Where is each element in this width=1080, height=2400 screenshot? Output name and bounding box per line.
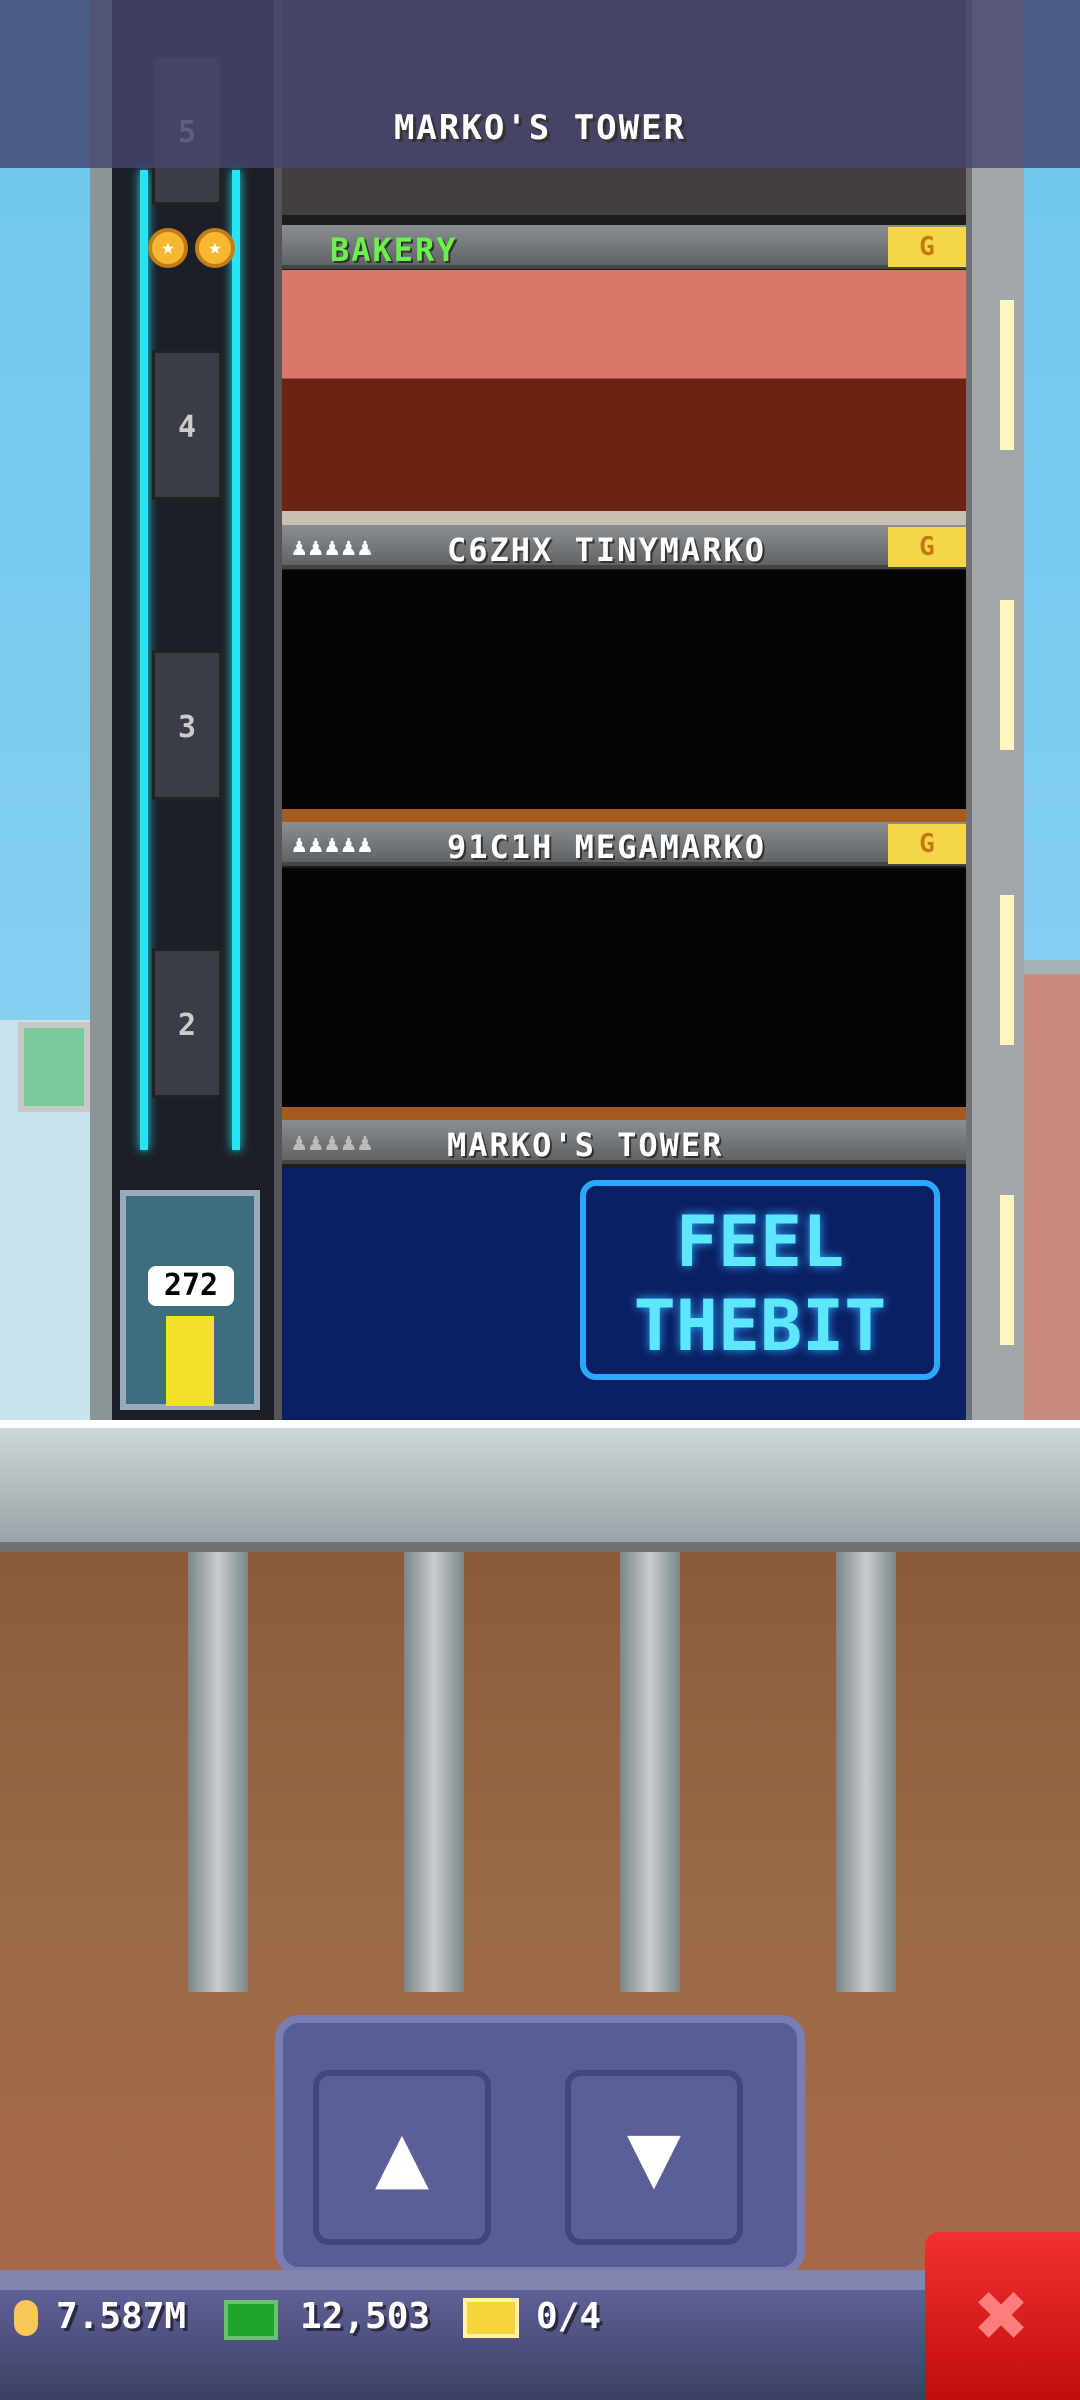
elevator-counter: 272 — [148, 1266, 234, 1306]
star-icon: ★ — [195, 228, 235, 268]
coin-icon — [14, 2300, 38, 2336]
elevator-car[interactable]: 272 — [120, 1190, 260, 1410]
floor-label-bakery[interactable]: BAKERY G — [282, 225, 966, 269]
ground-slab — [0, 1420, 1080, 1552]
gold-badge[interactable]: G — [888, 227, 966, 267]
elevator-cable — [232, 170, 240, 1150]
residents-icon: ♟♟♟♟♟ — [292, 533, 375, 561]
header: MARKO'S TOWER — [0, 0, 1080, 168]
floor-name: MARKO'S TOWER — [447, 1126, 724, 1164]
golden-ticket-count: 0/4 — [536, 2296, 602, 2337]
gold-badge[interactable]: G — [888, 824, 966, 864]
bakery-floor[interactable] — [282, 270, 966, 525]
elevator-passenger — [166, 1316, 214, 1406]
elevator-cable — [140, 170, 148, 1150]
background-building-right — [1020, 960, 1080, 1420]
elevator-floor-3[interactable]: 3 — [152, 650, 222, 800]
tower-pillar — [966, 0, 1024, 1420]
foundation-pillar — [836, 1552, 896, 1992]
billboard — [18, 1022, 90, 1112]
wall-lamp — [1000, 300, 1014, 450]
elevator-floor-4[interactable]: 4 — [152, 350, 222, 500]
foundation-pillar — [188, 1552, 248, 1992]
golden-ticket-icon — [463, 2298, 519, 2338]
gold-badge[interactable]: G — [888, 527, 966, 567]
apartment-floor[interactable] — [282, 570, 966, 825]
floor-name: BAKERY — [330, 231, 458, 269]
coins-count: 7.587M — [56, 2296, 187, 2337]
residents-icon: ♟♟♟♟♟ — [292, 1128, 375, 1156]
floor-label-91c1h[interactable]: ♟♟♟♟♟ 91C1H MEGAMARKO G — [282, 822, 966, 866]
elevator-floor-2[interactable]: 2 — [152, 948, 222, 1098]
floor-label-lobby[interactable]: ♟♟♟♟♟ MARKO'S TOWER — [282, 1120, 966, 1164]
foundation-pillar — [404, 1552, 464, 1992]
apartment-floor[interactable] — [282, 868, 966, 1123]
wall-lamp — [1000, 895, 1014, 1045]
floor-name: 91C1H MEGAMARKO — [447, 828, 766, 866]
wall-lamp — [1000, 1195, 1014, 1345]
tower-title: MARKO'S TOWER — [393, 108, 687, 148]
bux-icon — [224, 2300, 278, 2340]
residents-icon: ♟♟♟♟♟ — [292, 830, 375, 858]
close-button[interactable]: ✖ — [925, 2232, 1080, 2400]
floor-name: C6ZHX TINYMARKO — [447, 531, 766, 569]
bux-count: 12,503 — [300, 2296, 431, 2337]
elevator-down-button[interactable]: ▼ — [565, 2070, 743, 2245]
elevator-up-button[interactable]: ▲ — [313, 2070, 491, 2245]
lobby-sign: FEEL THEBIT — [580, 1180, 940, 1380]
wall-lamp — [1000, 600, 1014, 750]
foundation-pillar — [620, 1552, 680, 1992]
star-icon: ★ — [148, 228, 188, 268]
floor-label-c6zhx[interactable]: ♟♟♟♟♟ C6ZHX TINYMARKO G — [282, 525, 966, 569]
